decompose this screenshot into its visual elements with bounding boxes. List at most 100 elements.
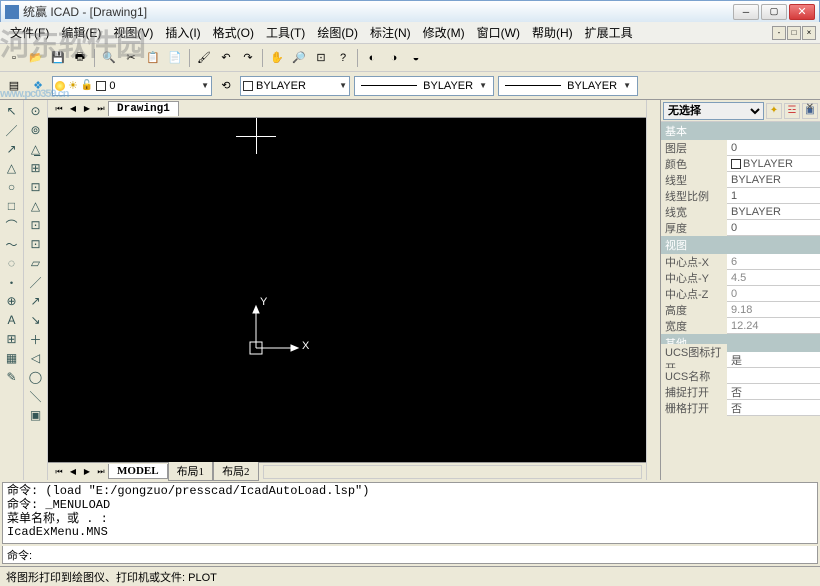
tab-last-button[interactable]: ⏭	[94, 102, 108, 116]
draw-tool-0[interactable]: ↖	[2, 102, 22, 120]
close-button[interactable]: ✕	[789, 4, 815, 20]
extra2-icon[interactable]: ◑	[384, 48, 404, 68]
prop-value[interactable]: BYLAYER	[727, 172, 820, 187]
prop-row[interactable]: 高度9.18	[661, 302, 820, 318]
menu-[interactable]: 扩展工具	[579, 22, 639, 43]
draw-tool-5[interactable]: □	[2, 197, 22, 215]
open-icon[interactable]: 📂	[26, 48, 46, 68]
draw-tool-9[interactable]: ・	[2, 273, 22, 291]
command-input[interactable]: 命令:	[2, 546, 818, 564]
draw-tool-11[interactable]: A	[2, 311, 22, 329]
extra1-icon[interactable]: ◐	[362, 48, 382, 68]
preview-icon[interactable]: 🔍	[99, 48, 119, 68]
modify-tool-13[interactable]: ◁	[26, 349, 46, 367]
modify-tool-14[interactable]: ◯	[26, 368, 46, 386]
menu-e[interactable]: 编辑(E)	[55, 22, 107, 43]
prop-value[interactable]: 9.18	[727, 302, 820, 317]
pan-icon[interactable]: ✋	[267, 48, 287, 68]
prop-value[interactable]: 是	[727, 352, 820, 367]
menu-m[interactable]: 修改(M)	[417, 22, 471, 43]
mdi-close-button[interactable]: ×	[802, 26, 816, 40]
prop-row[interactable]: 中心点-Y4.5	[661, 270, 820, 286]
document-tab-active[interactable]: Drawing1	[108, 101, 179, 116]
prop-row[interactable]: 中心点-Z0	[661, 286, 820, 302]
layout-tab-布局2[interactable]: 布局2	[213, 462, 259, 481]
zoom-ext-icon[interactable]: ⊡	[311, 48, 331, 68]
draw-tool-7[interactable]: ～	[2, 235, 22, 253]
menu-h[interactable]: 帮助(H)	[526, 22, 579, 43]
tab-next-button[interactable]: ▶	[80, 102, 94, 116]
modify-tool-3[interactable]: ⊞	[26, 159, 46, 177]
modify-tool-9[interactable]: ／	[26, 273, 46, 291]
draw-tool-3[interactable]: △	[2, 159, 22, 177]
prop-value[interactable]: 否	[727, 400, 820, 415]
prop-value[interactable]: 0	[727, 220, 820, 235]
draw-tool-13[interactable]: ▦	[2, 349, 22, 367]
menu-w[interactable]: 窗口(W)	[471, 22, 526, 43]
tab-first-button[interactable]: ⏮	[52, 102, 66, 116]
menu-o[interactable]: 格式(O)	[207, 22, 260, 43]
matchprop-icon[interactable]: 🖌	[194, 48, 214, 68]
maximize-button[interactable]: ▢	[761, 4, 787, 20]
prop-row[interactable]: UCS图标打开是	[661, 352, 820, 368]
modify-tool-8[interactable]: ▱	[26, 254, 46, 272]
menu-n[interactable]: 标注(N)	[364, 22, 417, 43]
pickadd-button[interactable]: ☲	[784, 103, 800, 119]
prop-row[interactable]: 宽度12.24	[661, 318, 820, 334]
prop-value[interactable]: 0	[727, 286, 820, 301]
horizontal-scrollbar[interactable]	[263, 465, 642, 479]
drawing-canvas[interactable]: Y X	[48, 118, 646, 462]
prop-value[interactable]: BYLAYER	[727, 156, 820, 171]
zoom-icon[interactable]: 🔎	[289, 48, 309, 68]
layout-last-button[interactable]: ⏭	[94, 465, 108, 479]
modify-tool-11[interactable]: ↘	[26, 311, 46, 329]
new-icon[interactable]: ▫	[4, 48, 24, 68]
modify-tool-16[interactable]: ▣	[26, 406, 46, 424]
cut-icon[interactable]: ✂	[121, 48, 141, 68]
draw-tool-14[interactable]: ✎	[2, 368, 22, 386]
copy-icon[interactable]: 📋	[143, 48, 163, 68]
draw-tool-6[interactable]: ⌒	[2, 216, 22, 234]
selection-combo[interactable]: 无选择	[663, 102, 764, 120]
menu-t[interactable]: 工具(T)	[260, 22, 311, 43]
extra3-icon[interactable]: ◒	[406, 48, 426, 68]
draw-tool-4[interactable]: ○	[2, 178, 22, 196]
modify-tool-15[interactable]: ＼	[26, 387, 46, 405]
prop-value[interactable]: BYLAYER	[727, 204, 820, 219]
modify-tool-0[interactable]: ⊙	[26, 102, 46, 120]
menu-i[interactable]: 插入(I)	[159, 22, 206, 43]
layout-tab-MODEL[interactable]: MODEL	[108, 464, 168, 479]
vertical-scrollbar[interactable]	[646, 100, 660, 480]
prop-row[interactable]: 颜色BYLAYER	[661, 156, 820, 172]
prop-row[interactable]: 线宽BYLAYER	[661, 204, 820, 220]
prop-value[interactable]	[727, 368, 820, 383]
color-combo[interactable]: BYLAYER ▼	[240, 76, 350, 96]
prop-value[interactable]: 12.24	[727, 318, 820, 333]
prop-value[interactable]: 1	[727, 188, 820, 203]
menu-v[interactable]: 视图(V)	[107, 22, 159, 43]
undo-icon[interactable]: ↶	[216, 48, 236, 68]
quickselect-button[interactable]: ✦	[766, 103, 782, 119]
minimize-button[interactable]: ─	[733, 4, 759, 20]
redo-icon[interactable]: ↷	[238, 48, 258, 68]
save-icon[interactable]: 💾	[48, 48, 68, 68]
draw-tool-2[interactable]: ↗	[2, 140, 22, 158]
modify-tool-2[interactable]: △̲	[26, 140, 46, 158]
draw-tool-12[interactable]: ⊞	[2, 330, 22, 348]
layer-prev-button[interactable]: ⟲	[216, 76, 236, 96]
prop-row[interactable]: 栅格打开否	[661, 400, 820, 416]
mdi-restore-button[interactable]: □	[787, 26, 801, 40]
modify-tool-4[interactable]: ⊡	[26, 178, 46, 196]
paste-icon[interactable]: 📄	[165, 48, 185, 68]
modify-tool-1[interactable]: ⊚	[26, 121, 46, 139]
prop-row[interactable]: UCS名称	[661, 368, 820, 384]
draw-tool-8[interactable]: ◌	[2, 254, 22, 272]
prop-row[interactable]: 捕捉打开否	[661, 384, 820, 400]
help-icon[interactable]: ?	[333, 48, 353, 68]
layers-icon[interactable]: ❖	[28, 76, 48, 96]
prop-row[interactable]: 图层0	[661, 140, 820, 156]
prop-row[interactable]: 中心点-X6	[661, 254, 820, 270]
print-icon[interactable]: 🖶	[70, 48, 90, 68]
modify-tool-7[interactable]: ⊡	[26, 235, 46, 253]
tab-prev-button[interactable]: ◀	[66, 102, 80, 116]
